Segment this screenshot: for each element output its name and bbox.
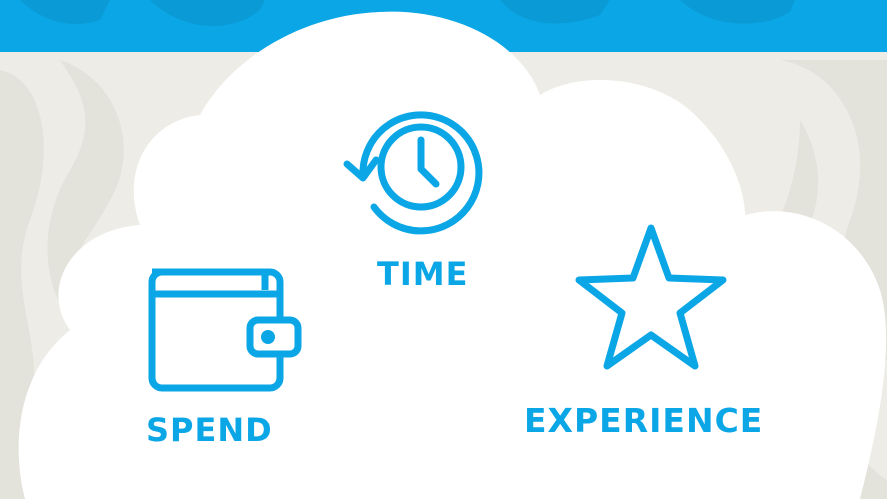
time-label: TIME [377,255,469,293]
spend-label: SPEND [146,411,273,449]
wallet-icon [148,268,302,392]
infographic: TIME SPEND EXPERIENCE [0,0,887,499]
clock-history-icon [343,111,483,235]
experience-label: EXPERIENCE [524,401,764,440]
star-icon [575,224,727,370]
